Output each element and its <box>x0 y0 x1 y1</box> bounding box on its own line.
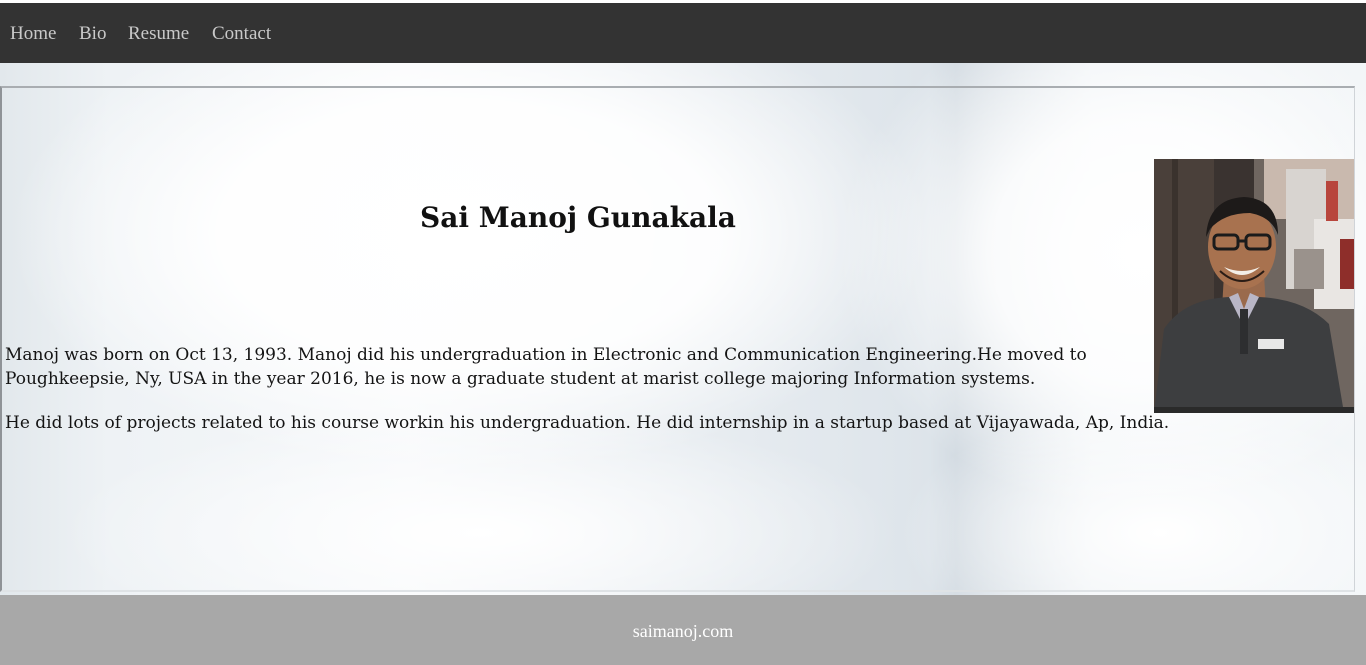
bio-paragraph-1: Manoj was born on Oct 13, 1993. Manoj di… <box>5 345 1087 389</box>
footer-site-name: saimanoj.com <box>632 621 734 641</box>
footer: saimanoj.com <box>0 595 1366 665</box>
navbar: Home Bio Resume Contact <box>0 3 1366 63</box>
nav-link-bio[interactable]: Bio <box>79 23 106 45</box>
main-content: Sai Manoj Gunakala Manoj was born on Oct… <box>0 63 1366 595</box>
nav-link-contact[interactable]: Contact <box>212 23 271 45</box>
profile-photo <box>1154 159 1354 413</box>
page-title: Sai Manoj Gunakala <box>420 201 736 234</box>
nav-link-resume[interactable]: Resume <box>128 23 189 45</box>
bio-paragraph-2: He did lots of projects related to his c… <box>5 413 1170 433</box>
nav-link-home[interactable]: Home <box>10 23 56 45</box>
bio-section: Sai Manoj Gunakala Manoj was born on Oct… <box>0 86 1355 592</box>
